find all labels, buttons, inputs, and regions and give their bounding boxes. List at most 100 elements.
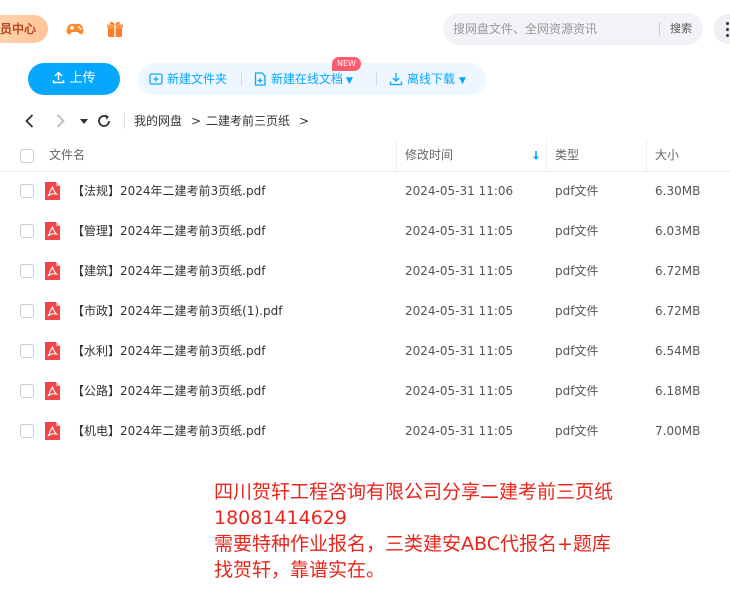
- column-header-name[interactable]: 文件名: [49, 140, 85, 171]
- table-row[interactable]: 【市政】2024年二建考前3页纸(1).pdf 2024-05-31 11:05 p…: [0, 291, 730, 331]
- file-size: 6.03MB: [655, 224, 701, 238]
- file-name[interactable]: 【水利】2024年二建考前3页纸.pdf: [72, 331, 265, 371]
- more-menu-icon[interactable]: [714, 14, 730, 44]
- file-modified-time: 2024-05-31 11:05: [405, 384, 514, 398]
- column-header-type[interactable]: 类型: [555, 140, 579, 171]
- upload-icon: [53, 71, 65, 84]
- refresh-icon[interactable]: [94, 111, 114, 131]
- file-name[interactable]: 【建筑】2024年二建考前3页纸.pdf: [72, 251, 265, 291]
- file-modified-time: 2024-05-31 11:05: [405, 344, 514, 358]
- file-size: 7.00MB: [655, 424, 701, 438]
- pdf-file-icon: [45, 342, 60, 360]
- file-size: 6.54MB: [655, 344, 701, 358]
- breadcrumb: 我的网盘 > 二建考前三页纸 >: [20, 108, 720, 134]
- overlay-line: 18081414629: [214, 507, 347, 529]
- pdf-file-icon: [45, 182, 60, 200]
- upload-label: 上传: [69, 71, 96, 86]
- offline-download-label: 离线下载: [407, 72, 456, 86]
- file-type: pdf文件: [555, 304, 599, 318]
- file-size: 6.72MB: [655, 264, 701, 278]
- new-folder-label: 新建文件夹: [167, 72, 228, 86]
- overlay-line: 四川贺轩工程咨询有限公司分享二建考前三页纸: [214, 481, 614, 503]
- file-type: pdf文件: [555, 424, 599, 438]
- overlay-text: 四川贺轩工程咨询有限公司分享二建考前三页纸 18081414629 需要特种作业…: [214, 479, 694, 583]
- file-type: pdf文件: [555, 344, 599, 358]
- new-badge: NEW: [332, 57, 361, 71]
- column-divider: [646, 140, 647, 171]
- breadcrumb-separator: >: [191, 114, 202, 128]
- breadcrumb-root[interactable]: 我的网盘: [134, 108, 182, 134]
- nav-divider: [124, 113, 125, 129]
- file-modified-time: 2024-05-31 11:05: [405, 224, 514, 238]
- top-bar: 员中心 搜索: [0, 0, 730, 58]
- file-modified-time: 2024-05-31 11:06: [405, 184, 514, 198]
- new-folder-icon: [149, 73, 163, 85]
- file-type: pdf文件: [555, 224, 599, 238]
- search-input[interactable]: [453, 13, 653, 45]
- chevron-down-icon: ▼: [346, 76, 353, 86]
- new-folder-button[interactable]: 新建文件夹: [149, 63, 227, 95]
- pdf-file-icon: [45, 262, 60, 280]
- pdf-file-icon: [45, 222, 60, 240]
- file-size: 6.18MB: [655, 384, 701, 398]
- table-row[interactable]: 【水利】2024年二建考前3页纸.pdf 2024-05-31 11:05 pdf文…: [0, 331, 730, 371]
- file-size: 6.30MB: [655, 184, 701, 198]
- sort-descending-icon[interactable]: [531, 150, 541, 162]
- gift-icon[interactable]: [104, 18, 126, 40]
- table-header: 文件名 修改时间 类型 大小: [0, 140, 730, 172]
- table-row[interactable]: 【建筑】2024年二建考前3页纸.pdf 2024-05-31 11:05 pdf文…: [0, 251, 730, 291]
- file-modified-time: 2024-05-31 11:05: [405, 264, 514, 278]
- table-row[interactable]: 【机电】2024年二建考前3页纸.pdf 2024-05-31 11:05 pdf文…: [0, 411, 730, 451]
- toolbar-divider: [241, 73, 242, 86]
- action-group: 新建文件夹 新建在线文档 ▼ NEW 离线下载 ▼: [138, 57, 486, 95]
- select-all-checkbox[interactable]: [20, 149, 34, 163]
- column-header-size[interactable]: 大小: [655, 140, 679, 171]
- file-type: pdf文件: [555, 264, 599, 278]
- search-divider: [659, 22, 660, 36]
- file-type: pdf文件: [555, 184, 599, 198]
- chevron-down-icon: ▼: [459, 76, 466, 86]
- file-name[interactable]: 【机电】2024年二建考前3页纸.pdf: [72, 411, 265, 451]
- back-arrow-icon[interactable]: [20, 111, 40, 131]
- table-row[interactable]: 【管理】2024年二建考前3页纸.pdf 2024-05-31 11:05 pdf文…: [0, 211, 730, 251]
- overlay-line: 找贺轩，靠谱实在。: [214, 559, 386, 581]
- column-divider: [546, 140, 547, 171]
- search-button[interactable]: 搜索: [665, 13, 697, 45]
- table-row[interactable]: 【法规】2024年二建考前3页纸.pdf 2024-05-31 11:06 pdf文…: [0, 171, 730, 211]
- forward-arrow-icon[interactable]: [50, 111, 70, 131]
- vip-center-button[interactable]: 员中心: [0, 15, 49, 43]
- row-checkbox[interactable]: [20, 264, 34, 278]
- breadcrumb-current[interactable]: 二建考前三页纸: [206, 108, 290, 134]
- row-checkbox[interactable]: [20, 424, 34, 438]
- column-header-modified[interactable]: 修改时间: [405, 140, 453, 171]
- pdf-file-icon: [45, 422, 60, 440]
- row-checkbox[interactable]: [20, 184, 34, 198]
- overlay-line: 需要特种作业报名，三类建安ABC代报名+题库: [214, 533, 611, 555]
- game-controller-icon[interactable]: [64, 18, 86, 40]
- row-checkbox[interactable]: [20, 384, 34, 398]
- file-type: pdf文件: [555, 384, 599, 398]
- toolbar-divider: [376, 73, 377, 86]
- row-checkbox[interactable]: [20, 224, 34, 238]
- file-modified-time: 2024-05-31 11:05: [405, 424, 514, 438]
- file-name[interactable]: 【市政】2024年二建考前3页纸(1).pdf: [72, 291, 282, 331]
- download-icon: [389, 73, 403, 86]
- file-modified-time: 2024-05-31 11:05: [405, 304, 514, 318]
- column-divider: [396, 140, 397, 171]
- file-size: 6.72MB: [655, 304, 701, 318]
- row-checkbox[interactable]: [20, 344, 34, 358]
- new-doc-icon: [254, 72, 266, 86]
- file-name[interactable]: 【公路】2024年二建考前3页纸.pdf: [72, 371, 265, 411]
- breadcrumb-separator: >: [299, 114, 310, 128]
- row-checkbox[interactable]: [20, 304, 34, 318]
- file-name[interactable]: 【法规】2024年二建考前3页纸.pdf: [72, 171, 265, 211]
- pdf-file-icon: [45, 382, 60, 400]
- history-dropdown-icon[interactable]: [74, 111, 94, 131]
- offline-download-button[interactable]: 离线下载 ▼: [389, 63, 466, 95]
- pdf-file-icon: [45, 302, 60, 320]
- new-online-doc-label: 新建在线文档: [271, 72, 344, 86]
- search-box: 搜索: [443, 13, 703, 45]
- file-name[interactable]: 【管理】2024年二建考前3页纸.pdf: [72, 211, 265, 251]
- table-row[interactable]: 【公路】2024年二建考前3页纸.pdf 2024-05-31 11:05 pdf文…: [0, 371, 730, 411]
- upload-button[interactable]: 上传: [28, 63, 120, 95]
